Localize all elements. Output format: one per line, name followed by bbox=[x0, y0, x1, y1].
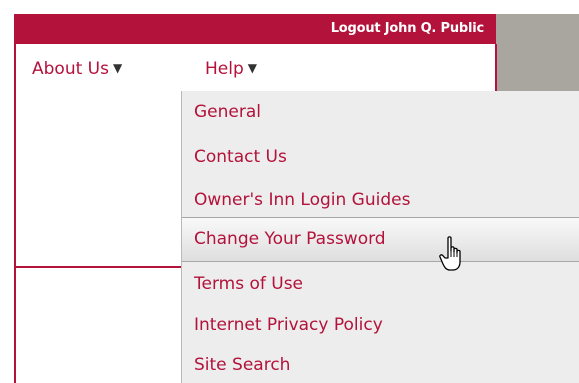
menu-item-contact-us[interactable]: Contact Us bbox=[182, 139, 579, 175]
menu-item-general[interactable]: General bbox=[182, 94, 579, 130]
top-bar: Logout John Q. Public bbox=[14, 14, 496, 44]
help-dropdown-menu: General Contact Us Owner's Inn Login Gui… bbox=[181, 91, 579, 383]
menu-item-login-guides[interactable]: Owner's Inn Login Guides bbox=[182, 182, 579, 218]
menu-item-terms-of-use[interactable]: Terms of Use bbox=[182, 266, 579, 302]
nav-item-help[interactable]: Help ▼ bbox=[205, 59, 257, 79]
chevron-down-icon: ▼ bbox=[247, 61, 257, 75]
menu-item-change-password[interactable]: Change Your Password bbox=[182, 217, 579, 262]
hand-pointer-icon bbox=[439, 236, 461, 271]
menu-item-privacy-policy[interactable]: Internet Privacy Policy bbox=[182, 307, 579, 343]
frame-divider bbox=[14, 266, 184, 268]
chevron-down-icon: ▼ bbox=[112, 61, 123, 75]
logout-link[interactable]: Logout John Q. Public bbox=[331, 21, 484, 36]
menu-item-site-search[interactable]: Site Search bbox=[182, 347, 579, 383]
frame-border-left bbox=[14, 44, 16, 383]
nav-item-label: Help bbox=[205, 59, 244, 79]
frame-border-right bbox=[495, 44, 497, 91]
nav-item-about-us[interactable]: About Us ▼ bbox=[32, 59, 122, 79]
nav-item-label: About Us bbox=[32, 59, 109, 79]
